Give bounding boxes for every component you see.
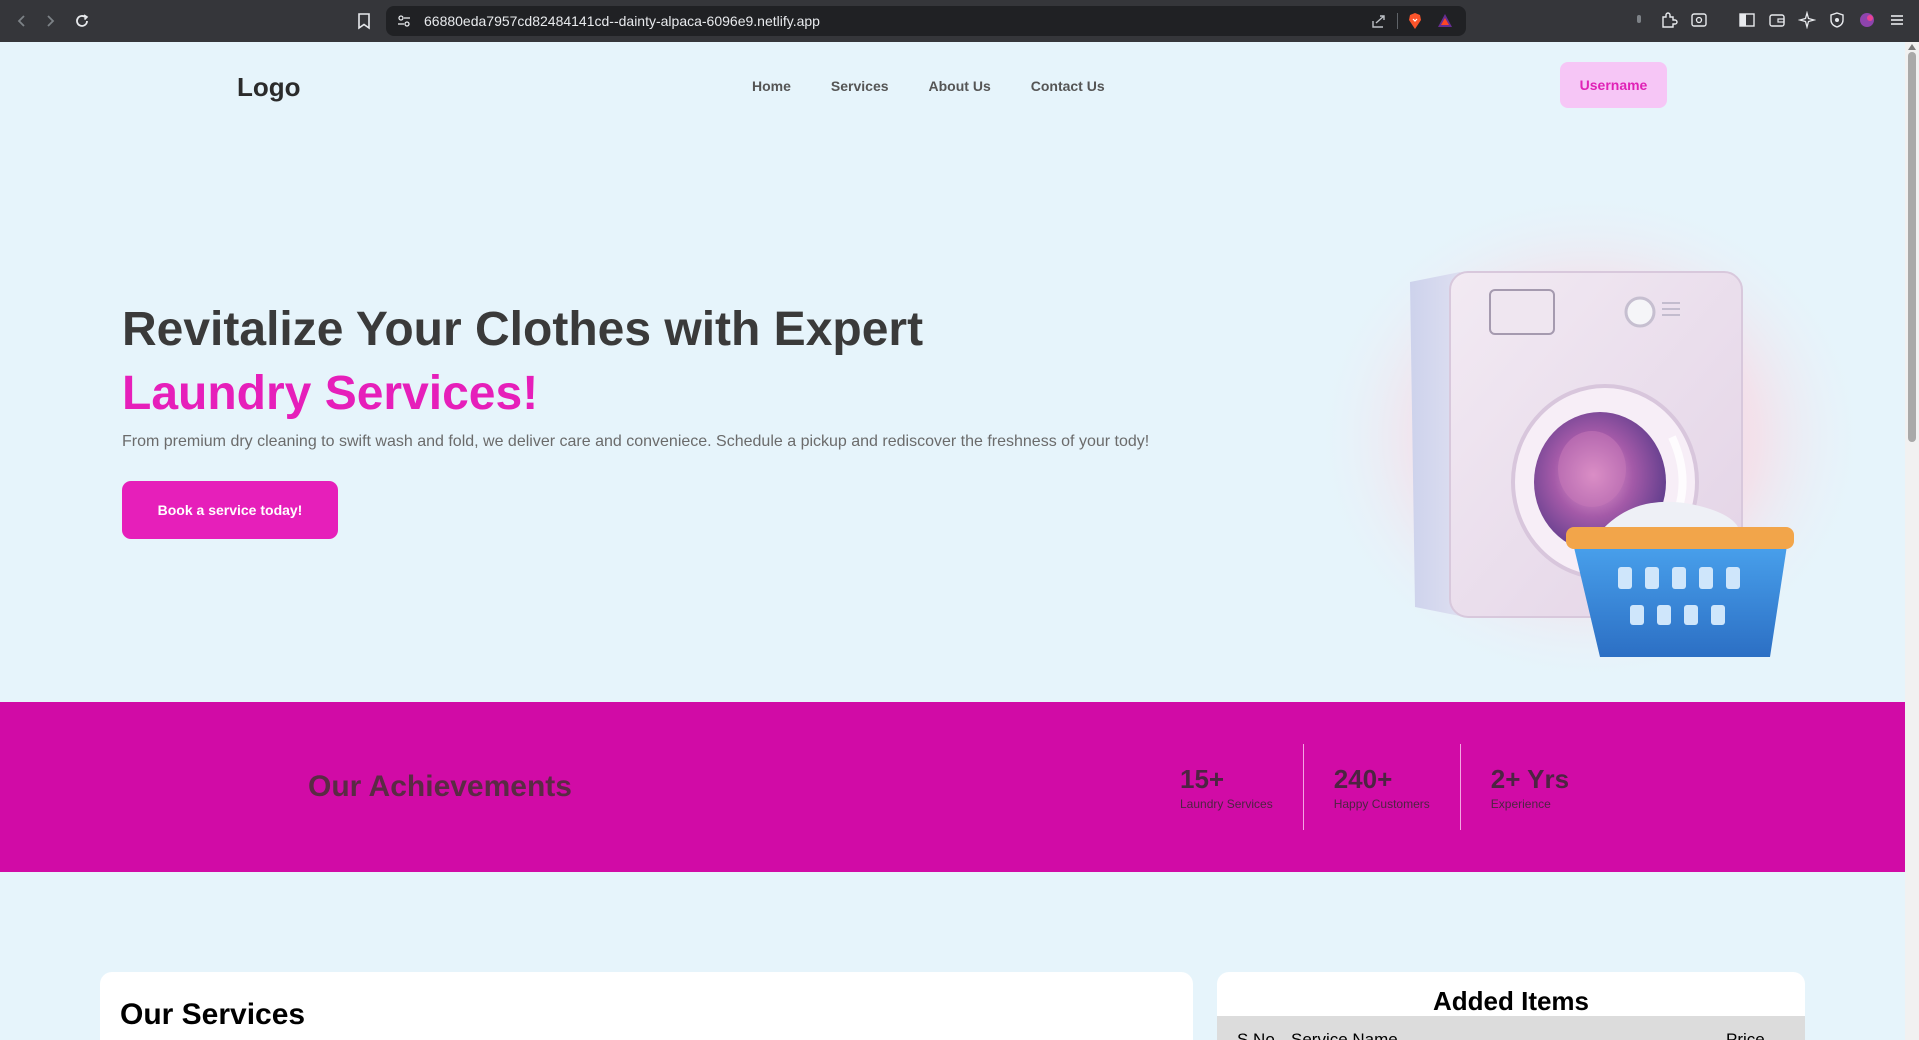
achievements-stats: 15+ Laundry Services 240+ Happy Customer… <box>1180 744 1599 830</box>
brave-rewards-icon[interactable] <box>1436 12 1454 30</box>
achievements-title: Our Achievements <box>308 770 572 803</box>
column-header-sno: S.No. <box>1237 1030 1280 1040</box>
page: Logo Home Services About Us Contact Us U… <box>0 42 1905 1040</box>
added-items-table-header: S.No. Service Name Price <box>1217 1016 1805 1040</box>
nav-about-us[interactable]: About Us <box>929 78 991 94</box>
stat-value: 240+ <box>1333 764 1393 794</box>
screenshot-icon[interactable] <box>1688 9 1710 31</box>
hero-title: Revitalize Your Clothes with Expert Laun… <box>122 298 923 426</box>
menu-icon[interactable] <box>1886 9 1908 31</box>
forward-icon[interactable] <box>38 9 62 33</box>
achievements-band: Our Achievements 15+ Laundry Services 24… <box>0 702 1905 872</box>
bookmark-icon[interactable] <box>352 9 376 33</box>
address-bar[interactable]: 66880eda7957cd82484141cd--dainty-alpaca-… <box>386 6 1466 36</box>
page-scrollbar[interactable] <box>1905 42 1919 1040</box>
services-card: Our Services <box>100 972 1193 1040</box>
reload-icon[interactable] <box>70 9 94 33</box>
navbar: Logo Home Services About Us Contact Us U… <box>0 42 1905 130</box>
leo-ai-icon[interactable] <box>1796 9 1818 31</box>
stat-label: Experience <box>1490 797 1551 811</box>
url-text[interactable]: 66880eda7957cd82484141cd--dainty-alpaca-… <box>424 13 820 29</box>
stat-label: Happy Customers <box>1333 797 1430 811</box>
hero-description: From premium dry cleaning to swift wash … <box>122 433 1150 450</box>
column-header-service-name: Service Name <box>1291 1030 1398 1040</box>
scroll-up-arrow[interactable] <box>1908 44 1916 50</box>
scroll-thumb[interactable] <box>1908 52 1916 442</box>
sidebar-icon[interactable] <box>1736 9 1758 31</box>
site-info-icon[interactable] <box>396 13 412 29</box>
back-icon[interactable] <box>10 9 34 33</box>
extensions-icon[interactable] <box>1658 9 1680 31</box>
divider <box>1397 13 1398 29</box>
mic-icon[interactable] <box>1628 9 1650 31</box>
added-items-card: Added Items S.No. Service Name Price <box>1217 972 1805 1040</box>
username-button[interactable]: Username <box>1560 62 1667 108</box>
stat-label: Laundry Services <box>1180 797 1273 811</box>
profile-avatar-icon[interactable] <box>1856 9 1878 31</box>
stat-experience: 2+ Yrs Experience <box>1459 744 1599 830</box>
stat-value: 2+ Yrs <box>1490 764 1570 794</box>
nav-services[interactable]: Services <box>831 78 889 94</box>
hero-title-accent: Laundry Services! <box>122 367 539 420</box>
vpn-shield-icon[interactable] <box>1826 9 1848 31</box>
stat-laundry-services: 15+ Laundry Services <box>1180 744 1303 830</box>
services-title: Our Services <box>120 998 306 1031</box>
nav-contact-us[interactable]: Contact Us <box>1031 78 1105 94</box>
nav-home[interactable]: Home <box>752 78 791 94</box>
stat-value: 15+ <box>1180 764 1225 794</box>
browser-toolbar: 66880eda7957cd82484141cd--dainty-alpaca-… <box>0 0 1919 42</box>
column-header-price: Price <box>1726 1030 1765 1040</box>
share-icon[interactable] <box>1370 12 1388 30</box>
nav-links: Home Services About Us Contact Us <box>752 78 1105 94</box>
brave-shields-icon[interactable] <box>1406 12 1424 30</box>
logo[interactable]: Logo <box>237 72 301 103</box>
stat-happy-customers: 240+ Happy Customers <box>1302 744 1460 830</box>
hero-title-line1: Revitalize Your Clothes with Expert <box>122 303 924 356</box>
book-service-button[interactable]: Book a service today! <box>122 481 338 539</box>
added-items-title: Added Items <box>1432 986 1590 1016</box>
wallet-icon[interactable] <box>1766 9 1788 31</box>
washing-machine-illustration <box>1310 187 1860 687</box>
